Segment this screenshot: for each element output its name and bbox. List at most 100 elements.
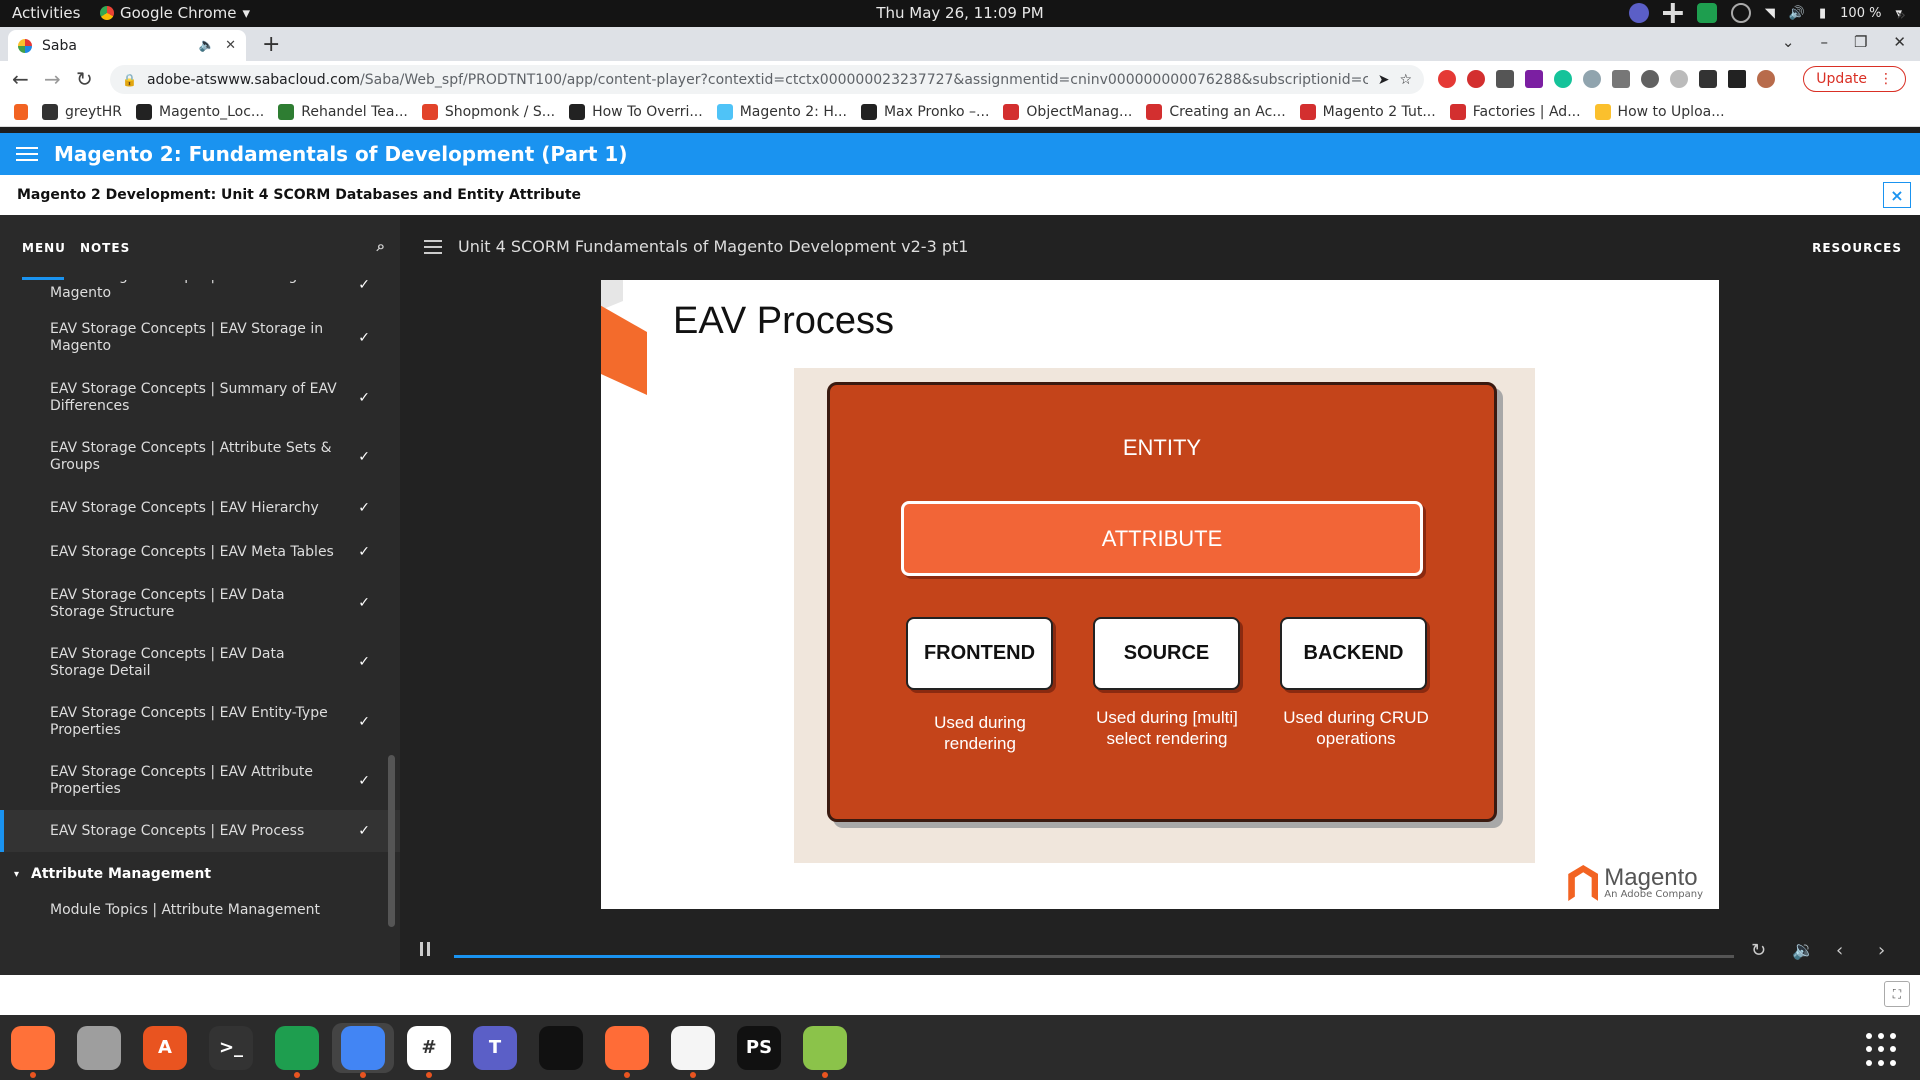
send-icon[interactable]: ➤ (1378, 72, 1390, 88)
image-viewer-icon[interactable] (800, 1023, 850, 1078)
puzzle-icon[interactable] (1699, 70, 1717, 88)
extension-9-icon[interactable] (1670, 70, 1688, 88)
search-icon[interactable]: ⌕ (377, 237, 386, 255)
bookmark-item[interactable]: Magento 2 Tut... (1299, 103, 1436, 120)
network-globe-icon[interactable] (1730, 3, 1751, 23)
menu-list[interactable]: EAV Storage Concepts | EAV Storage in Ma… (0, 280, 400, 975)
sidebar-item[interactable]: EAV Storage Concepts | EAV Data Storage … (0, 574, 400, 633)
lock-icon[interactable]: 🔒 (122, 73, 137, 87)
phpstorm-icon[interactable]: PS (734, 1023, 784, 1073)
app-menu[interactable]: Google Chrome ▾ (100, 4, 250, 22)
show-applications-icon[interactable] (1866, 1033, 1900, 1067)
slack-icon[interactable]: # (404, 1023, 454, 1078)
bookmark-item[interactable]: Factories | Ad... (1449, 103, 1581, 120)
close-window-icon[interactable]: ✕ (1893, 33, 1906, 51)
extension-1-icon[interactable] (1438, 70, 1456, 88)
chat-icon[interactable] (272, 1023, 322, 1078)
system-tray[interactable]: ◥ 🔊 ▮ 100 % ▾ (1628, 3, 1902, 23)
side-panel-icon[interactable] (1728, 70, 1746, 88)
browser-tab[interactable]: Saba 🔈 ✕ (8, 30, 246, 61)
activities-button[interactable]: Activities (12, 4, 80, 22)
close-button[interactable]: × (1883, 182, 1911, 208)
sidebar-item[interactable]: Module Topics | Attribute Management (0, 896, 400, 924)
tab-notes[interactable]: NOTES (80, 241, 130, 255)
bookmark-item[interactable]: Rehandel Tea... (278, 103, 408, 120)
profile-avatar[interactable] (1757, 70, 1775, 88)
bookmark-item[interactable]: Creating an Ac... (1146, 103, 1286, 120)
battery-icon[interactable]: ▮ (1819, 6, 1826, 21)
sidebar-item[interactable]: EAV Storage Concepts | EAV Attribute Pro… (0, 752, 400, 810)
extension-4-icon[interactable] (1525, 70, 1543, 88)
bookmark-label: Magento 2: H... (739, 103, 847, 120)
replay-icon[interactable]: ↻ (1751, 940, 1766, 961)
previous-icon[interactable]: ‹ (1836, 940, 1843, 961)
sidebar-item[interactable]: EAV Storage Concepts | Attribute Sets & … (0, 428, 400, 486)
section-header[interactable]: ▾ Attribute Management (0, 852, 400, 896)
restore-icon[interactable]: ❐ (1854, 33, 1867, 51)
bookmark-item[interactable]: Magento_Loc... (135, 103, 264, 120)
pause-icon[interactable] (420, 942, 434, 956)
slack-tray-icon[interactable] (1662, 3, 1683, 23)
bookmark-item[interactable]: ObjectManag... (1003, 103, 1132, 120)
bookmark-item[interactable]: Magento 2: H... (716, 103, 847, 120)
terminal-icon[interactable]: >_ (206, 1023, 256, 1073)
close-tab-icon[interactable]: ✕ (225, 38, 236, 53)
sidebar-item[interactable]: EAV Storage Concepts | EAV Hierarchy ✓ (0, 486, 400, 530)
sidebar-item[interactable]: EAV Storage Concepts | EAV Data Storage … (0, 633, 400, 692)
sidebar-item[interactable]: EAV Storage Concepts | EAV Process ✓ (0, 810, 400, 852)
bookmark-item[interactable]: Max Pronko –... (860, 103, 989, 120)
sidebar-item[interactable]: EAV Storage Concepts | EAV Storage in Ma… (0, 308, 400, 368)
wifi-icon[interactable]: ◥ (1765, 6, 1775, 21)
volume-icon[interactable]: 🔊 (1789, 6, 1805, 21)
tab-menu[interactable]: MENU (22, 241, 66, 255)
bookmark-item[interactable]: greytHR (42, 103, 122, 120)
forward-arrow-icon[interactable]: → (44, 67, 61, 91)
sidebar-item[interactable]: EAV Storage Concepts | Summary of EAV Di… (0, 368, 400, 428)
dock-app-glyph: T (473, 1025, 517, 1070)
address-bar[interactable]: 🔒 adobe-atswww.sabacloud.com/Saba/Web_sp… (110, 65, 1424, 94)
grammarly-icon[interactable] (1554, 70, 1572, 88)
speaker-icon[interactable]: 🔈 (199, 38, 215, 53)
bookmark-magento-icon[interactable] (14, 103, 28, 120)
update-button[interactable]: Update ⋮ (1803, 66, 1906, 92)
url-text[interactable]: adobe-atswww.sabacloud.com/Saba/Web_spf/… (147, 72, 1368, 88)
teams-tray-icon[interactable] (1628, 3, 1649, 23)
gear-icon[interactable] (1641, 70, 1659, 88)
firefox-icon[interactable] (8, 1023, 58, 1078)
reload-icon[interactable]: ↻ (76, 67, 93, 91)
volume-icon[interactable]: 🔉 (1792, 940, 1814, 961)
toc-menu-icon[interactable] (424, 239, 442, 254)
bookmark-item[interactable]: How To Overri... (569, 103, 703, 120)
bookmark-item[interactable]: How to Uploa... (1594, 103, 1725, 120)
adblock-icon[interactable] (1467, 70, 1485, 88)
tab-search-icon[interactable]: ⌄ (1782, 33, 1795, 51)
sidebar-item[interactable]: EAV Storage Concepts | EAV Storage in Ma… (0, 280, 400, 308)
hamburger-menu-icon[interactable] (16, 147, 38, 161)
minimize-icon[interactable]: – (1820, 33, 1828, 51)
postman-icon[interactable] (602, 1023, 652, 1078)
software-center-icon[interactable]: A (140, 1023, 190, 1073)
extension-3-icon[interactable] (1496, 70, 1514, 88)
fullscreen-icon[interactable]: ⛶ (1884, 981, 1910, 1007)
sidebar-item[interactable]: EAV Storage Concepts | EAV Meta Tables ✓ (0, 530, 400, 574)
extension-6-icon[interactable] (1583, 70, 1601, 88)
sidebar-scrollbar[interactable] (388, 755, 395, 927)
chrome-icon[interactable] (332, 1022, 394, 1078)
new-tab-button[interactable]: + (262, 32, 280, 57)
progress-bar[interactable] (454, 955, 1734, 958)
bookmark-star-icon[interactable]: ☆ (1399, 72, 1412, 88)
text-editor-icon[interactable] (668, 1023, 718, 1078)
back-arrow-icon[interactable]: ← (12, 67, 29, 91)
tab-strip: Saba 🔈 ✕ + ⌄ – ❐ ✕ (0, 27, 1920, 61)
dock-app-glyph (605, 1025, 649, 1070)
resources-button[interactable]: RESOURCES (1812, 241, 1902, 255)
chat-tray-icon[interactable] (1696, 3, 1717, 23)
bookmarks-overflow-icon[interactable]: » (1896, 5, 1906, 24)
bookmark-item[interactable]: Shopmonk / S... (421, 103, 555, 120)
files-icon[interactable] (74, 1023, 124, 1073)
extension-7-icon[interactable] (1612, 70, 1630, 88)
teams-icon[interactable]: T (470, 1023, 520, 1073)
next-icon[interactable]: › (1878, 940, 1885, 961)
camera-icon[interactable] (536, 1023, 586, 1073)
sidebar-item[interactable]: EAV Storage Concepts | EAV Entity-Type P… (0, 692, 400, 752)
